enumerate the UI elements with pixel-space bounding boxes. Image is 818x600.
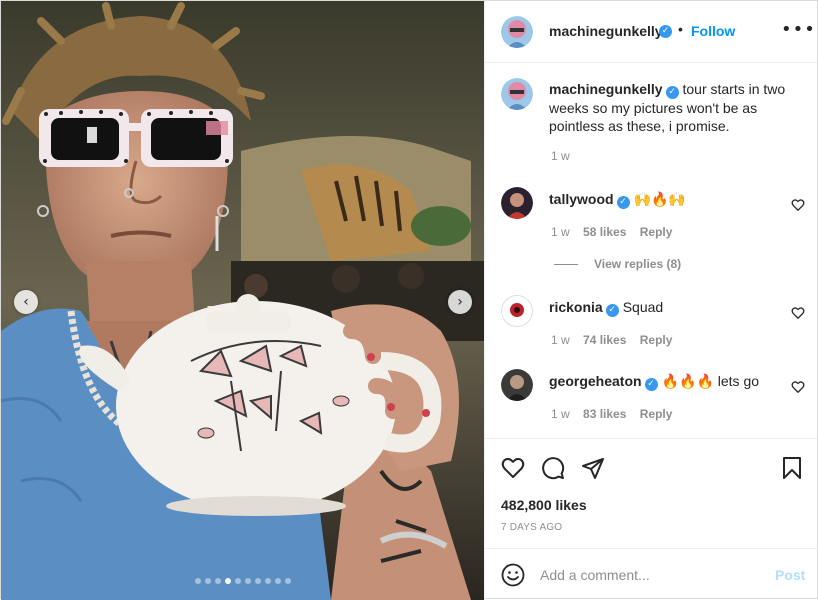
caption-avatar[interactable] bbox=[501, 78, 533, 110]
comment-meta: 1 w 83 likes Reply bbox=[551, 407, 682, 421]
comment-likes[interactable]: 58 likes bbox=[583, 225, 626, 239]
comment-line: georgeheaton ✓ 🔥🔥🔥 lets go bbox=[549, 373, 759, 391]
bookmark-icon[interactable] bbox=[780, 456, 804, 480]
carousel-dot bbox=[244, 578, 251, 584]
comment-meta: 1 w 58 likes Reply bbox=[551, 225, 682, 239]
comment-username[interactable]: rickonia bbox=[549, 299, 603, 315]
add-comment-bar: Post bbox=[485, 548, 818, 600]
caption-timestamp[interactable]: 1 w bbox=[551, 149, 570, 163]
comment-avatar[interactable] bbox=[501, 187, 533, 219]
emoji-icon[interactable] bbox=[501, 563, 525, 587]
author-username[interactable]: machinegunkelly bbox=[549, 23, 663, 39]
carousel-dot bbox=[214, 578, 221, 584]
carousel-dots bbox=[1, 578, 484, 584]
post-header: machinegunkelly ✓ • Follow ••• bbox=[485, 1, 818, 63]
view-replies-label: View replies (8) bbox=[594, 257, 682, 271]
verified-icon: ✓ bbox=[605, 304, 619, 317]
like-comment-heart-icon[interactable] bbox=[791, 198, 805, 212]
comment-input[interactable] bbox=[540, 563, 760, 587]
comment-time[interactable]: 1 w bbox=[551, 225, 570, 239]
share-icon[interactable] bbox=[581, 456, 605, 480]
post-panel: machinegunkelly ✓ • Follow ••• machinegu… bbox=[484, 1, 818, 600]
carousel-dot bbox=[194, 578, 201, 584]
photo-illustration bbox=[1, 1, 484, 600]
carousel-dot bbox=[254, 578, 261, 584]
comment-meta: 1 w 74 likes Reply bbox=[551, 333, 682, 347]
comment-username[interactable]: georgeheaton bbox=[549, 373, 642, 389]
carousel-dot bbox=[264, 578, 271, 584]
caption-username[interactable]: machinegunkelly bbox=[549, 81, 663, 97]
carousel-dot bbox=[234, 578, 241, 584]
comment-username[interactable]: tallywood bbox=[549, 191, 614, 207]
view-replies-button[interactable]: View replies (8) bbox=[554, 257, 681, 271]
comment-likes[interactable]: 83 likes bbox=[583, 407, 626, 421]
like-comment-heart-icon[interactable] bbox=[791, 306, 805, 320]
like-comment-heart-icon[interactable] bbox=[791, 380, 805, 394]
follow-button[interactable]: Follow bbox=[691, 23, 735, 39]
comment-text: 🔥🔥🔥 lets go bbox=[661, 373, 760, 389]
post-timestamp[interactable]: 7 DAYS AGO bbox=[501, 522, 562, 533]
verified-icon: ✓ bbox=[616, 196, 630, 209]
verified-icon: ✓ bbox=[665, 86, 679, 99]
comment-time[interactable]: 1 w bbox=[551, 407, 570, 421]
post-comment-button[interactable]: Post bbox=[775, 567, 805, 583]
caption-text: machinegunkelly ✓ tour starts in two week… bbox=[549, 80, 799, 135]
comments-section: machinegunkelly ✓ tour starts in two week… bbox=[485, 63, 818, 438]
replies-line bbox=[554, 264, 578, 266]
comment-line: rickonia ✓ Squad bbox=[549, 299, 663, 317]
comment-text: 🙌🔥🙌 bbox=[633, 191, 686, 207]
verified-icon: ✓ bbox=[659, 25, 672, 38]
verified-icon: ✓ bbox=[644, 378, 658, 391]
more-options-icon[interactable]: ••• bbox=[781, 19, 816, 40]
carousel-prev-button[interactable]: ‹ bbox=[14, 290, 38, 314]
carousel-dot bbox=[224, 578, 231, 584]
comment-likes[interactable]: 74 likes bbox=[583, 333, 626, 347]
carousel-dot bbox=[274, 578, 281, 584]
comment-text: Squad bbox=[622, 299, 664, 315]
reply-button[interactable]: Reply bbox=[640, 225, 673, 239]
action-bar: 482,800 likes 7 DAYS AGO bbox=[485, 438, 818, 548]
comment-time[interactable]: 1 w bbox=[551, 333, 570, 347]
comment-icon[interactable] bbox=[541, 456, 565, 480]
comment-avatar[interactable] bbox=[501, 369, 533, 401]
heart-icon[interactable] bbox=[501, 456, 525, 480]
likes-count[interactable]: 482,800 likes bbox=[501, 497, 587, 513]
author-avatar[interactable] bbox=[501, 16, 533, 48]
reply-button[interactable]: Reply bbox=[640, 333, 673, 347]
reply-button[interactable]: Reply bbox=[640, 407, 673, 421]
post-photo[interactable]: ‹ › bbox=[1, 1, 484, 600]
carousel-dot bbox=[204, 578, 211, 584]
carousel-next-button[interactable]: › bbox=[448, 290, 472, 314]
header-separator: • bbox=[678, 21, 683, 37]
instagram-post: ‹ › machinegunkelly ✓ • Follow ••• machi… bbox=[0, 0, 818, 600]
comment-line: tallywood ✓ 🙌🔥🙌 bbox=[549, 191, 686, 209]
carousel-dot bbox=[284, 578, 291, 584]
comment-avatar[interactable] bbox=[501, 295, 533, 327]
